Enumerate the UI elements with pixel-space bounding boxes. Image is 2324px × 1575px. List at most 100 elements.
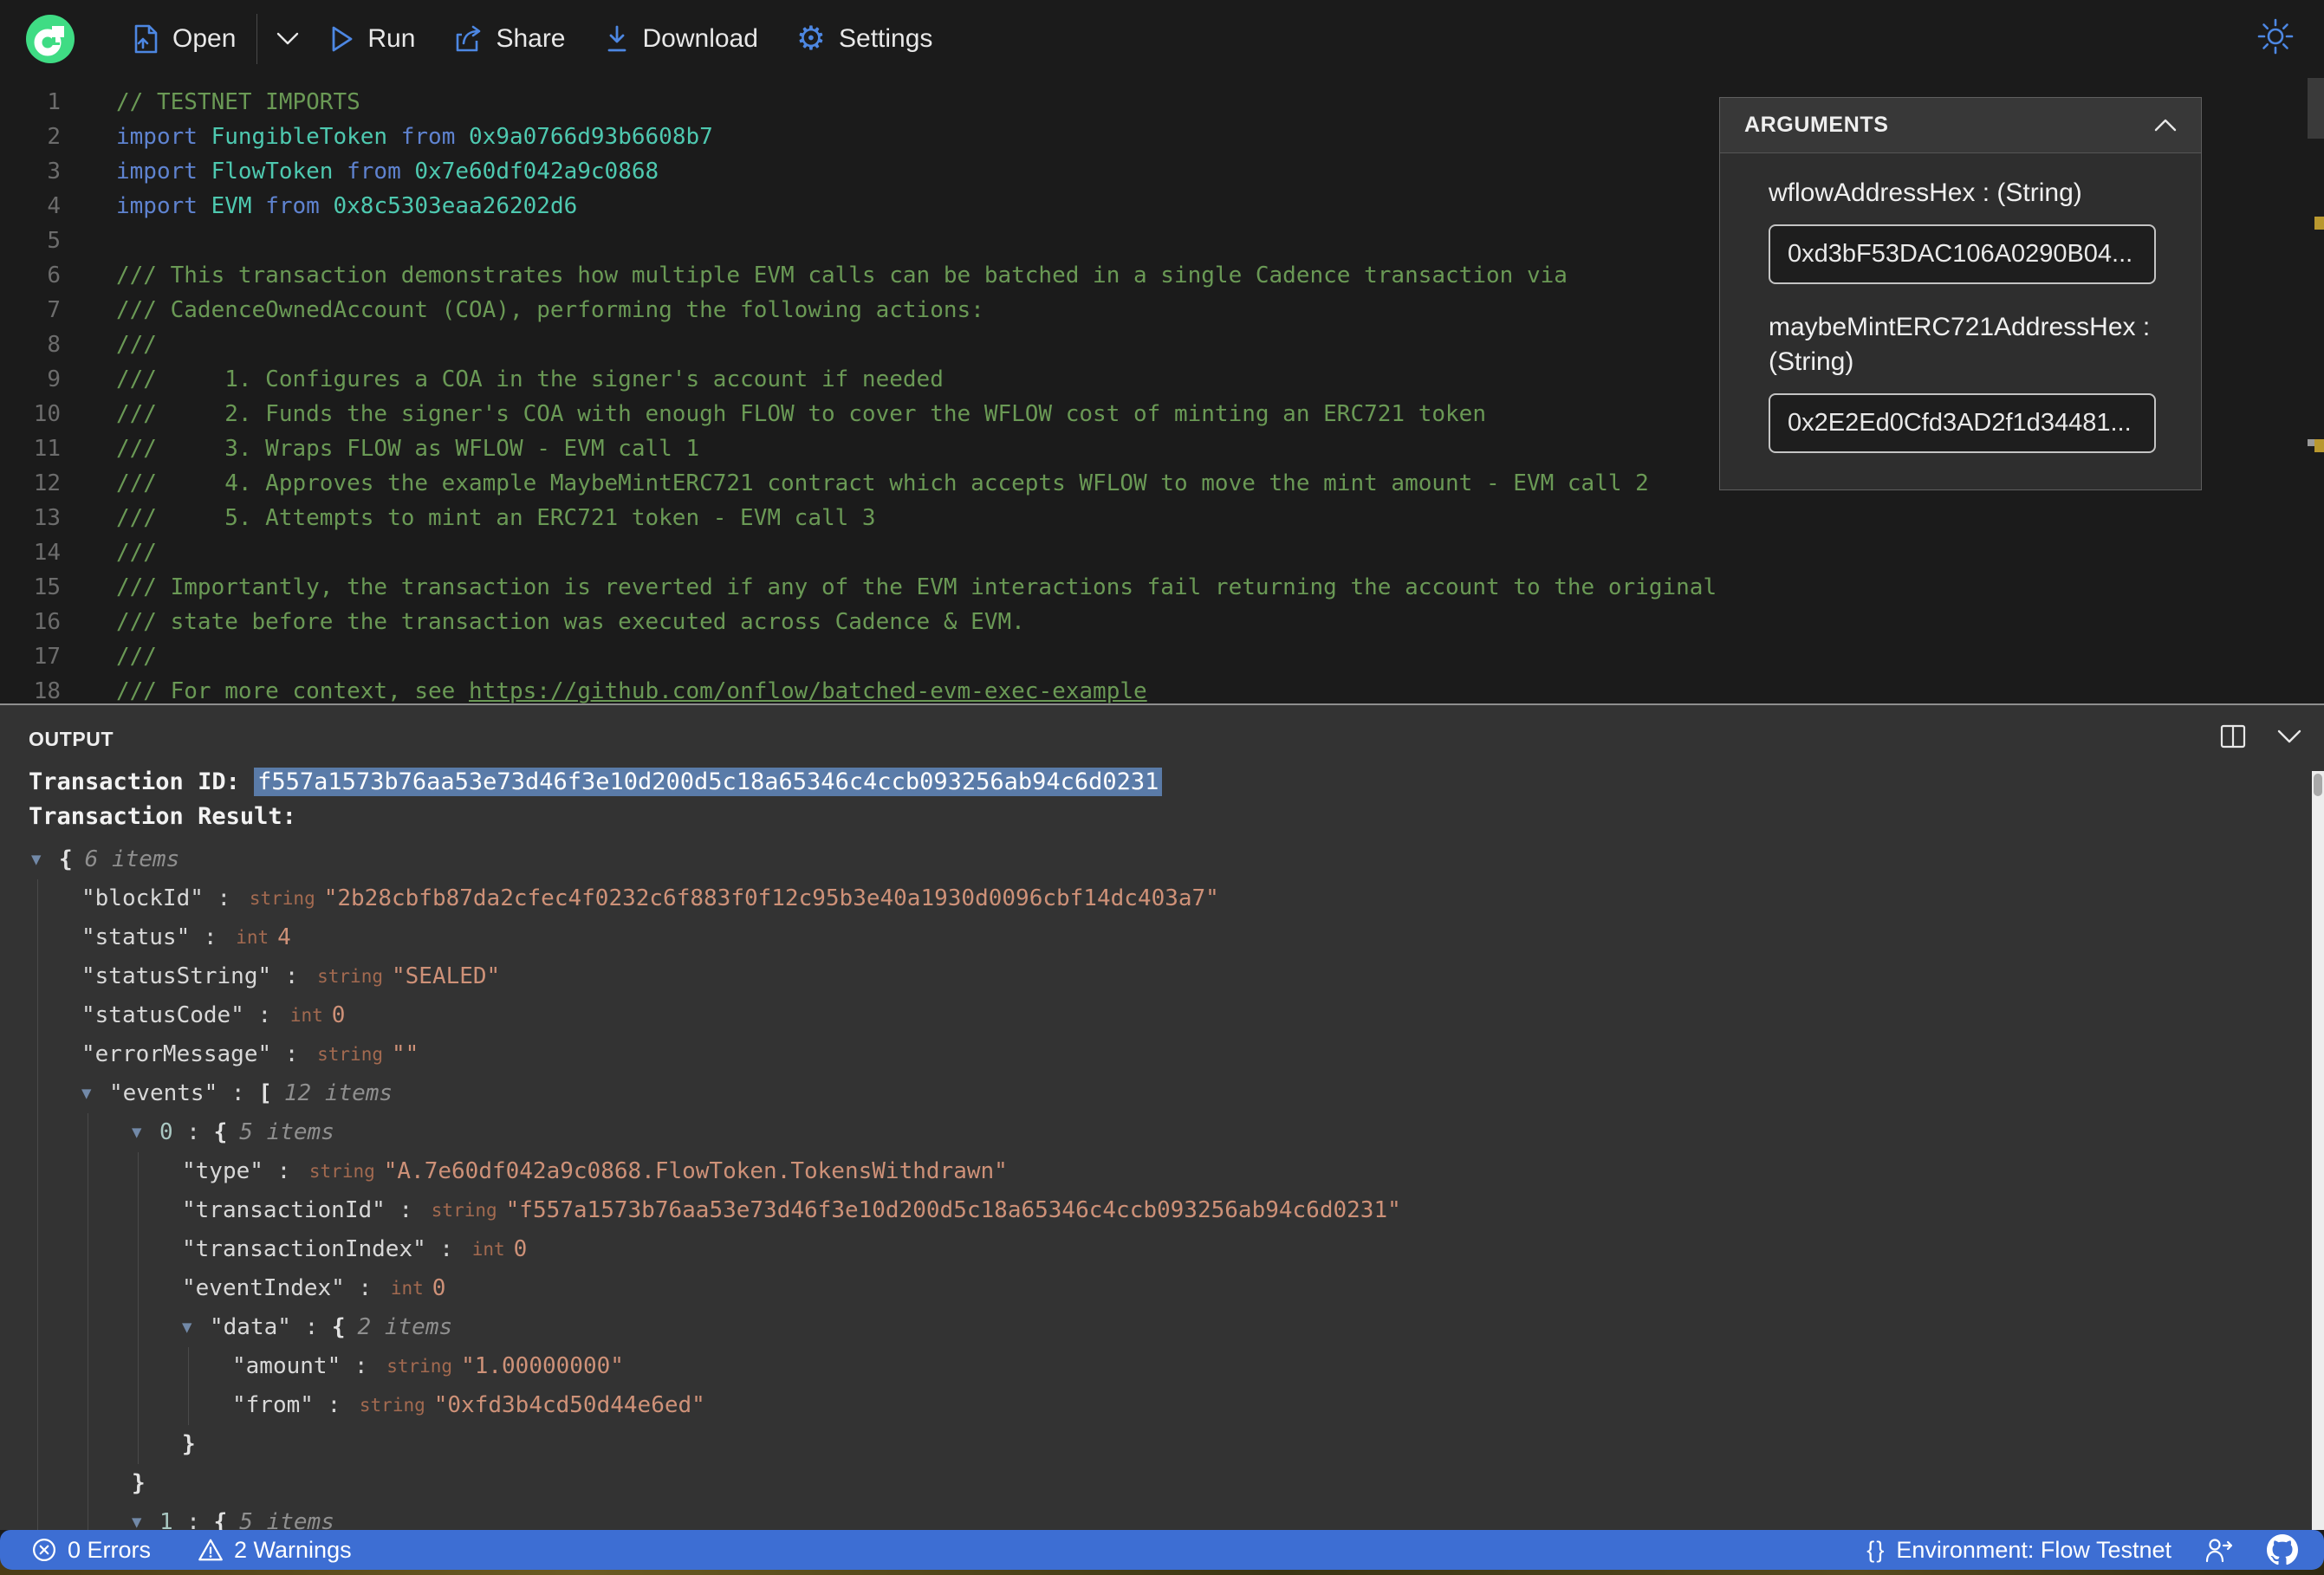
indent-guide [138,1386,139,1425]
tree-toggle-icon[interactable]: ▼ [182,1308,210,1347]
code-text: import FlowToken from 0x7e60df042a9c0868 [61,154,659,189]
code-token: /// For more context, see [116,678,469,703]
line-number: 18 [33,678,61,703]
editor-scrollbar-thumb[interactable] [2308,78,2324,139]
tree-toggle-icon[interactable]: ▼ [81,1074,109,1113]
tree-key: "transactionIndex" [182,1236,426,1262]
tree-value-type: int [289,1005,323,1026]
tree-value: "SEALED" [391,963,501,989]
indent-guide [37,1425,38,1464]
code-text: /// 4. Approves the example MaybeMintERC… [61,466,1649,501]
code-token: /// 2. Funds the signer's COA with enoug… [116,401,1486,427]
share-button[interactable]: Share [453,24,566,54]
tree-key: "blockId" [81,885,204,911]
code-line: 15 /// Importantly, the transaction is re… [0,570,2324,605]
indent-guide [37,1230,38,1269]
toolbar: Open Run Share Download ⚙ Settings [0,0,2324,78]
warning-mark [2314,217,2324,230]
code-token: /// [116,332,157,358]
errors-status[interactable]: 0 Errors [31,1537,151,1564]
indent-guide [138,1230,139,1269]
line-number: 4 [47,193,61,219]
line-number: 17 [33,644,61,670]
tree-key: "from" [232,1392,314,1418]
tree-value: "A.7e60df042a9c0868.FlowToken.TokensWith… [383,1158,1008,1184]
open-dropdown-button[interactable] [276,32,299,46]
tree-colon: : [263,1158,304,1184]
output-scrollbar-thumb[interactable] [2314,774,2322,796]
feedback-icon[interactable] [2204,1536,2234,1564]
github-icon[interactable] [2267,1534,2298,1565]
download-button[interactable]: Download [604,24,758,54]
code-link[interactable]: https://github.com/onflow/batched-evm-ex… [469,678,1147,703]
error-icon [33,1539,55,1561]
code-token: /// [116,644,157,670]
tree-row: ▼ "events" : [12 items [0,1074,2324,1113]
tree-row: ▼ "data" : {2 items [0,1308,2324,1347]
indent-guide [37,1464,38,1503]
output-panel: OUTPUT Transaction ID: f557a1573b76aa53e… [0,705,2324,1530]
theme-toggle-button[interactable] [2256,17,2295,60]
indent-guide [37,957,38,996]
tree-colon: : [344,1275,386,1301]
code-token: FungibleToken [211,124,401,150]
open-file-icon [134,24,158,54]
arguments-header[interactable]: ARGUMENTS [1720,98,2201,153]
tree-item-count: 12 items [283,1080,393,1106]
settings-label: Settings [839,24,933,53]
tree-toggle-icon[interactable]: ▼ [132,1113,159,1152]
code-text: import EVM from 0x8c5303eaa26202d6 [61,189,577,224]
code-token: 0x8c5303eaa26202d6 [333,193,578,219]
tree-row: "errorMessage" : string "" [0,1035,2324,1074]
panel-divider[interactable] [0,703,2324,705]
tree-value-type: string [308,1161,375,1182]
code-text: /// [61,639,157,674]
indent-guide [138,1308,139,1347]
tree-key: "data" [210,1314,291,1340]
tree-key: "status" [81,924,191,950]
code-text: /// 5. Attempts to mint an ERC721 token … [61,501,876,535]
indent-guide [37,918,38,957]
code-text: /// This transaction demonstrates how mu… [61,258,1568,293]
tree-value-type: string [317,966,383,987]
tree-colon: : [243,1002,285,1028]
tree-colon: : [271,963,313,989]
open-label: Open [172,24,237,53]
tree-key: "statusCode" [81,1002,244,1028]
overview-ruler[interactable] [2308,78,2324,703]
line-number: 5 [47,228,61,254]
line-number: 14 [33,540,61,566]
tree-index: 1 [159,1509,173,1530]
settings-button[interactable]: ⚙ Settings [796,23,933,55]
collapse-output-icon[interactable] [2277,729,2301,743]
indent-guide [37,1308,38,1347]
tree-colon: : [172,1509,214,1530]
output-scrollbar[interactable] [2312,771,2324,1530]
status-bar: 0 Errors 2 Warnings {} Environment: Flow… [0,1530,2324,1570]
tree-toggle-icon[interactable]: ▼ [31,840,59,879]
run-button[interactable]: Run [330,24,415,54]
warnings-status[interactable]: 2 Warnings [198,1537,352,1564]
split-view-icon[interactable] [2220,724,2246,749]
code-line: 13 /// 5. Attempts to mint an ERC721 toke… [0,501,2324,535]
environment-status[interactable]: {} Environment: Flow Testnet [1866,1537,2171,1564]
argument-input[interactable] [1769,224,2156,284]
chevron-down-icon [277,32,299,45]
tree-item-count: 5 items [239,1509,334,1530]
open-button[interactable]: Open [132,24,236,54]
tree-value-type: string [317,1044,383,1065]
line-number: 12 [33,470,61,496]
argument-input[interactable] [1769,393,2156,453]
tree-item-count: 6 items [84,846,180,872]
tree-index: 0 [159,1119,173,1145]
code-token: /// [116,540,157,566]
code-token: /// This transaction demonstrates how mu… [116,262,1568,288]
flow-logo[interactable] [26,15,75,63]
tree-colon: : [385,1197,426,1223]
tree-toggle-icon[interactable]: ▼ [132,1503,159,1530]
indent-guide [37,1074,38,1113]
tree-value-type: int [390,1278,424,1299]
share-label: Share [496,24,566,53]
code-text: /// [61,327,157,362]
transaction-result-label: Transaction Result: [29,803,296,830]
